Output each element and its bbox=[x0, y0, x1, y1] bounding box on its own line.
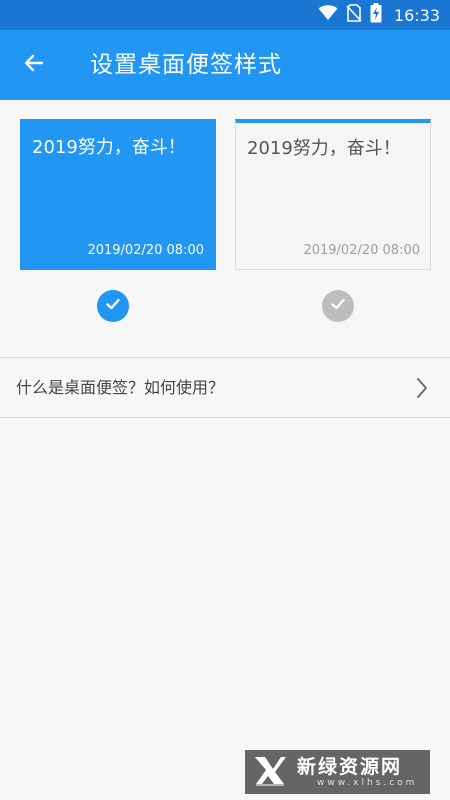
note-preview-date: 2019/02/20 08:00 bbox=[87, 243, 204, 258]
note-preview-text: 2019努力，奋斗！ bbox=[247, 138, 401, 159]
status-icons: 16:33 bbox=[318, 0, 440, 30]
style-option-blue[interactable]: 2019努力，奋斗！ 2019/02/20 08:00 bbox=[20, 119, 216, 270]
style-radio-unselected[interactable] bbox=[322, 290, 354, 322]
note-preview-date: 2019/02/20 08:00 bbox=[303, 243, 420, 258]
battery-charging-icon bbox=[370, 3, 382, 27]
no-sim-icon bbox=[346, 4, 362, 26]
note-preview-text: 2019努力，奋斗！ bbox=[32, 137, 186, 158]
watermark-logo-icon bbox=[253, 753, 287, 791]
watermark-title: 新绿资源网 bbox=[297, 755, 403, 778]
app-bar: 设置桌面便签样式 bbox=[0, 30, 450, 100]
arrow-left-icon bbox=[22, 51, 46, 79]
watermark-subtitle: www.xlhs.com bbox=[317, 777, 418, 788]
status-time: 16:33 bbox=[393, 5, 440, 25]
style-radio-selected[interactable] bbox=[97, 290, 129, 322]
chevron-right-icon bbox=[416, 377, 428, 403]
checkmark-icon bbox=[329, 295, 347, 317]
help-row[interactable]: 什么是桌面便签？如何使用？ bbox=[0, 357, 450, 418]
watermark: 新绿资源网 www.xlhs.com bbox=[245, 750, 430, 794]
status-bar: 16:33 bbox=[0, 0, 450, 30]
style-option-white[interactable]: 2019努力，奋斗！ 2019/02/20 08:00 bbox=[235, 119, 431, 270]
back-button[interactable] bbox=[14, 47, 54, 83]
wifi-icon bbox=[318, 5, 338, 25]
watermark-text: 新绿资源网 www.xlhs.com bbox=[297, 756, 417, 789]
page-title: 设置桌面便签样式 bbox=[90, 52, 282, 78]
checkmark-icon bbox=[104, 295, 122, 317]
help-label: 什么是桌面便签？如何使用？ bbox=[16, 378, 225, 397]
